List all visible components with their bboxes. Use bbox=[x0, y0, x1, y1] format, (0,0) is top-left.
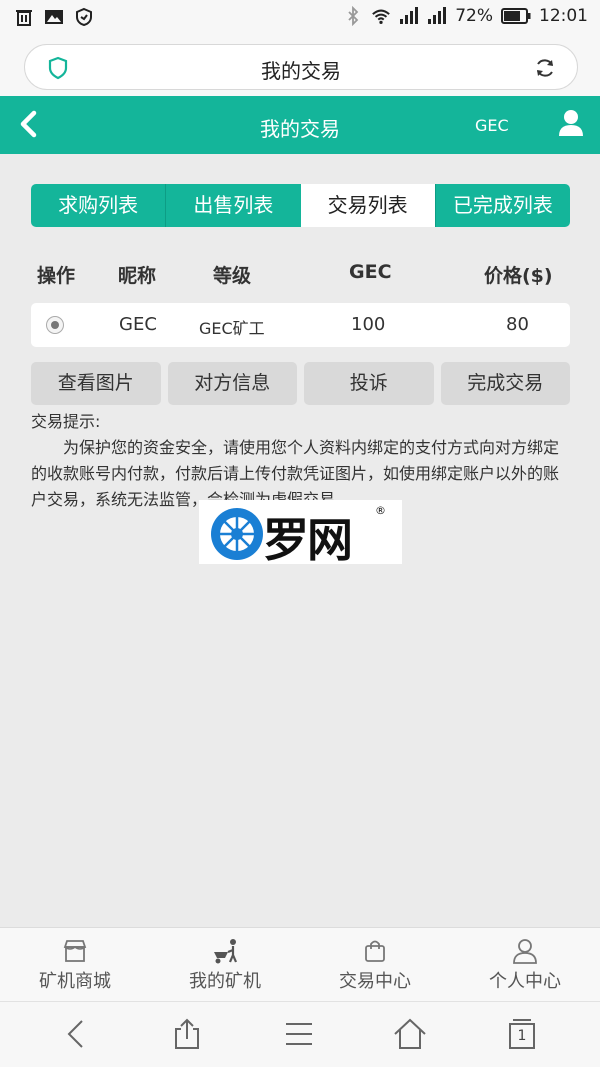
shield-status-icon bbox=[76, 7, 92, 27]
nav-item-personal-center[interactable]: 个人中心 bbox=[450, 928, 600, 1001]
nav-item-miner-shop[interactable]: 矿机商城 bbox=[0, 928, 150, 1001]
browser-toolbar: 1 bbox=[0, 1001, 600, 1067]
watermark: 罗网 ® bbox=[199, 500, 402, 567]
cell-gec: 100 bbox=[351, 314, 386, 335]
nav-label-miner-shop: 矿机商城 bbox=[39, 971, 111, 992]
tab-sell-list[interactable]: 出售列表 bbox=[165, 184, 300, 227]
column-header-action: 操作 bbox=[37, 265, 76, 287]
cell-nickname: GEC bbox=[119, 314, 157, 335]
page-title: 我的交易 bbox=[260, 117, 340, 141]
bluetooth-icon bbox=[348, 6, 359, 26]
trade-actions: 查看图片 对方信息 投诉 完成交易 bbox=[31, 362, 570, 405]
nav-label-personal-center: 个人中心 bbox=[489, 971, 561, 992]
nav-label-my-miners: 我的矿机 bbox=[189, 971, 261, 992]
battery-percent: 72% bbox=[455, 6, 493, 26]
menu-icon[interactable] bbox=[284, 1018, 314, 1050]
browser-address-bar: 我的交易 bbox=[0, 36, 600, 96]
tab-completed-list[interactable]: 已完成列表 bbox=[434, 184, 570, 227]
trash-icon bbox=[16, 10, 32, 26]
tab-trade-list[interactable]: 交易列表 bbox=[300, 184, 435, 227]
counterparty-info-button[interactable]: 对方信息 bbox=[167, 362, 297, 405]
nav-label-trade-center: 交易中心 bbox=[339, 971, 411, 992]
column-header-price: 价格($) bbox=[484, 265, 553, 287]
tab-count: 1 bbox=[517, 1028, 527, 1044]
cell-level: GEC矿工 bbox=[199, 319, 265, 338]
browser-back-icon[interactable] bbox=[62, 1018, 90, 1050]
reload-icon[interactable] bbox=[533, 56, 557, 80]
column-header-nickname: 昵称 bbox=[118, 265, 157, 287]
watermark-text: 罗网 bbox=[263, 513, 353, 567]
view-image-button[interactable]: 查看图片 bbox=[31, 362, 161, 405]
battery-icon bbox=[501, 8, 531, 24]
column-header-gec: GEC bbox=[349, 261, 392, 283]
shop-icon bbox=[63, 940, 87, 962]
status-bar: 72% 12:01 bbox=[0, 0, 600, 36]
complain-button[interactable]: 投诉 bbox=[304, 362, 434, 405]
share-icon[interactable] bbox=[172, 1018, 202, 1050]
signal-icon-2 bbox=[428, 7, 447, 24]
column-header-level: 等级 bbox=[213, 265, 252, 287]
bottom-nav: 矿机商城 我的矿机 交易中心 个人中心 bbox=[0, 927, 600, 1001]
clock: 12:01 bbox=[539, 6, 588, 26]
cell-price: 80 bbox=[506, 314, 529, 335]
row-radio[interactable] bbox=[46, 316, 64, 334]
watermark-logo-icon bbox=[211, 508, 263, 560]
nav-item-my-miners[interactable]: 我的矿机 bbox=[150, 928, 300, 1001]
tips-title: 交易提示: bbox=[31, 412, 101, 431]
miner-icon bbox=[214, 939, 238, 964]
image-icon bbox=[45, 10, 63, 24]
registered-mark: ® bbox=[375, 504, 386, 517]
bag-icon bbox=[365, 940, 385, 962]
list-tabs: 求购列表 出售列表 交易列表 已完成列表 bbox=[31, 184, 570, 227]
app-header: 我的交易 GEC bbox=[0, 96, 600, 154]
user-icon[interactable] bbox=[556, 108, 586, 138]
url-box[interactable]: 我的交易 bbox=[24, 44, 578, 90]
home-icon[interactable] bbox=[393, 1018, 427, 1050]
currency-label: GEC bbox=[475, 116, 509, 135]
tab-buy-list[interactable]: 求购列表 bbox=[31, 184, 165, 227]
nav-item-trade-center[interactable]: 交易中心 bbox=[300, 928, 450, 1001]
wifi-icon bbox=[372, 9, 391, 24]
person-icon bbox=[513, 939, 537, 964]
complete-trade-button[interactable]: 完成交易 bbox=[440, 362, 570, 405]
signal-icon-1 bbox=[400, 7, 419, 24]
url-title: 我的交易 bbox=[261, 59, 341, 83]
table-row[interactable]: GEC GEC矿工 100 80 bbox=[31, 303, 570, 347]
